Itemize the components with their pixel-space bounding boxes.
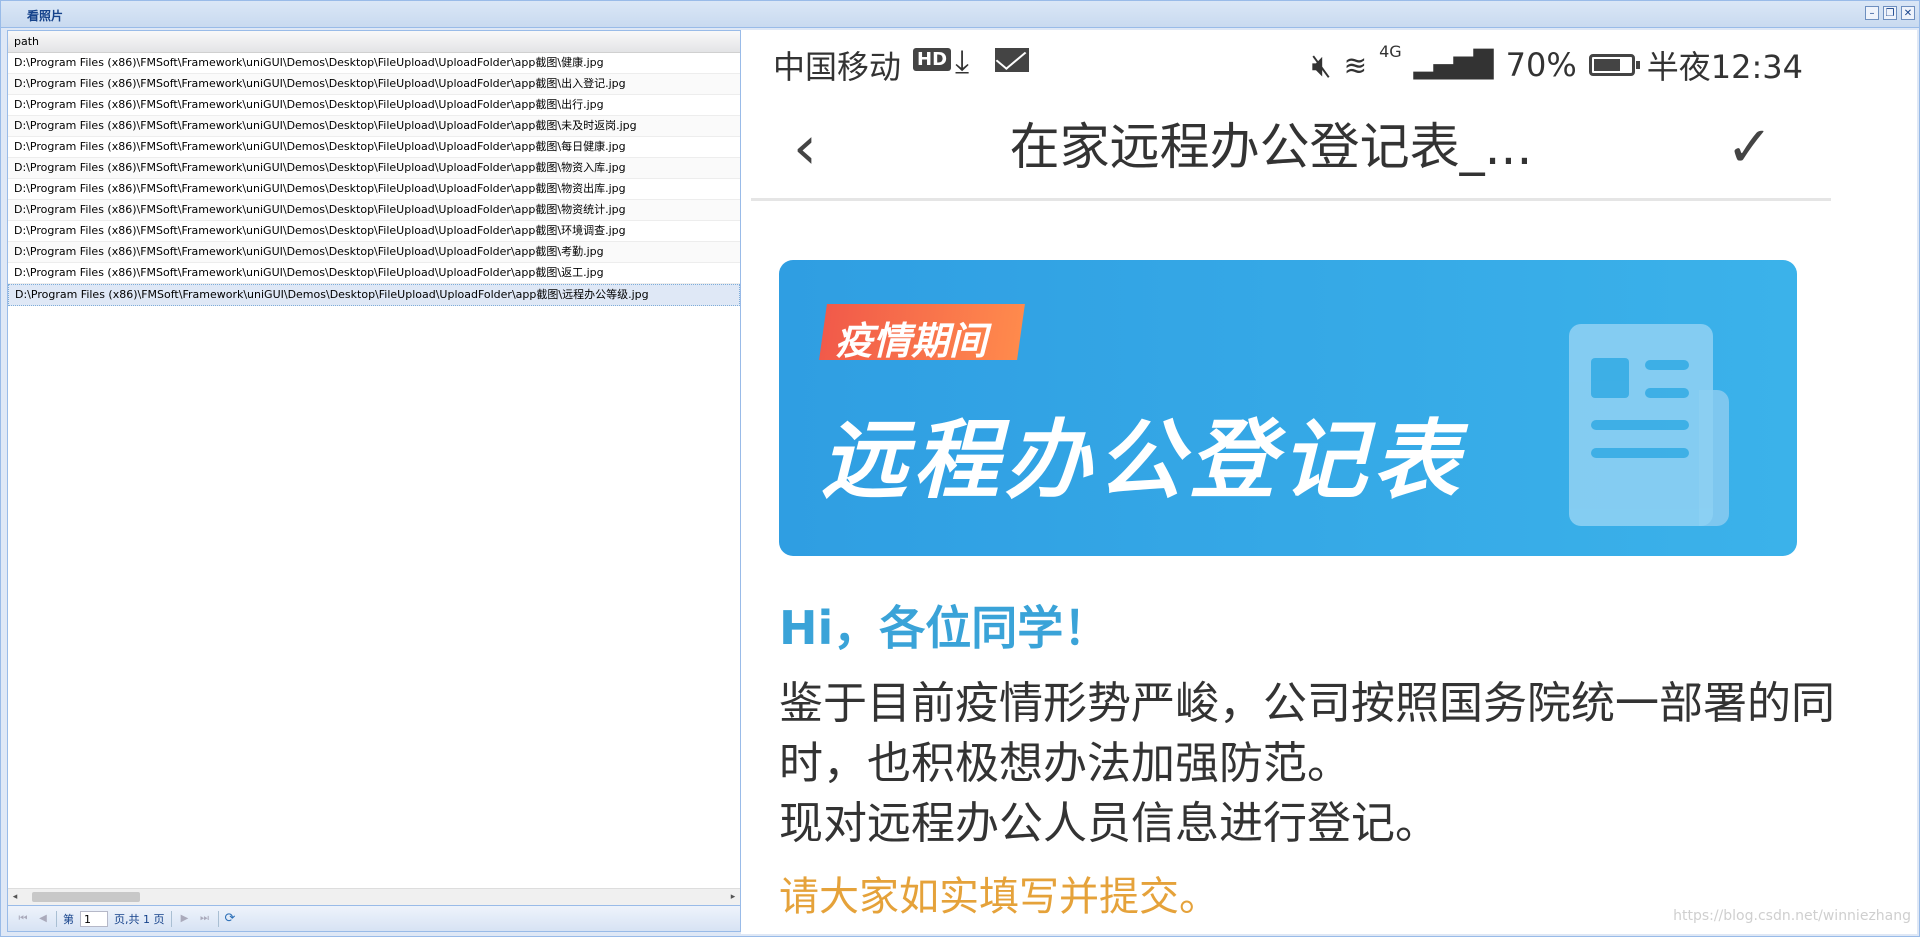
banner-image: 疫情期间 远程办公登记表 bbox=[779, 260, 1797, 556]
intro-line-1: 鉴于目前疫情形势严峻，公司按照国务院统一部署的同时，也积极想办法加强防范。 bbox=[779, 678, 1835, 789]
table-row[interactable]: D:\Program Files (x86)\FMSoft\Framework\… bbox=[8, 95, 740, 116]
nav-title: 在家远程办公登记表_... bbox=[1009, 118, 1533, 176]
intro-text: 鉴于目前疫情形势严峻，公司按照国务院统一部署的同时，也积极想办法加强防范。 现对… bbox=[779, 674, 1839, 854]
banner-title: 远程办公登记表 bbox=[821, 411, 1465, 511]
grid-body: D:\Program Files (x86)\FMSoft\Framework\… bbox=[8, 53, 740, 306]
table-row[interactable]: D:\Program Files (x86)\FMSoft\Framework\… bbox=[8, 53, 740, 74]
scroll-right-icon[interactable]: ▸ bbox=[728, 891, 738, 903]
prev-page-icon[interactable]: ◀ bbox=[36, 912, 50, 926]
submit-notice: 请大家如实填写并提交。 bbox=[779, 874, 1219, 920]
column-header-path[interactable]: path bbox=[8, 31, 740, 53]
table-row[interactable]: D:\Program Files (x86)\FMSoft\Framework\… bbox=[8, 137, 740, 158]
window-controls: – ❐ ✕ bbox=[1865, 6, 1915, 20]
last-page-icon[interactable]: ⏭ bbox=[198, 912, 212, 926]
scroll-left-icon[interactable]: ◂ bbox=[10, 891, 20, 903]
watermark: https://blog.csdn.net/winniezhang bbox=[1673, 908, 1911, 924]
separator bbox=[56, 910, 57, 927]
check-icon: ✓ bbox=[1726, 115, 1773, 180]
page-count: 页,共 1 页 bbox=[114, 912, 165, 926]
table-row[interactable]: D:\Program Files (x86)\FMSoft\Framework\… bbox=[8, 158, 740, 179]
window-titlebar: 看照片 – ❐ ✕ bbox=[1, 1, 1919, 28]
app-navbar: ‹ 在家远程办公登记表_... ✓ bbox=[751, 94, 1831, 201]
table-row[interactable]: D:\Program Files (x86)\FMSoft\Framework\… bbox=[8, 284, 740, 306]
banner-tag: 疫情期间 bbox=[835, 319, 988, 363]
status-right: 🔇︎ ≋ 4G ▂▄▆█ 70% 半夜12:34 bbox=[1311, 42, 1803, 88]
first-page-icon[interactable]: ⏮ bbox=[16, 912, 30, 926]
lte-label: 4G bbox=[1379, 42, 1402, 61]
battery-icon bbox=[1588, 54, 1640, 76]
intro-line-2: 现对远程办公人员信息进行登记。 bbox=[779, 798, 1439, 849]
table-row[interactable]: D:\Program Files (x86)\FMSoft\Framework\… bbox=[8, 179, 740, 200]
table-row[interactable]: D:\Program Files (x86)\FMSoft\Framework\… bbox=[8, 242, 740, 263]
table-row[interactable]: D:\Program Files (x86)\FMSoft\Framework\… bbox=[8, 263, 740, 284]
separator bbox=[217, 910, 219, 927]
main-window: 看照片 – ❐ ✕ path D:\Program Files (x86)\FM… bbox=[0, 0, 1920, 937]
table-row[interactable]: D:\Program Files (x86)\FMSoft\Framework\… bbox=[8, 221, 740, 242]
clock: 半夜12:34 bbox=[1646, 48, 1803, 86]
mute-icon: 🔇︎ bbox=[1311, 45, 1332, 84]
horizontal-scrollbar[interactable]: ◂ ▸ bbox=[8, 888, 740, 905]
status-bar: 中国移动 HD ⤓ 🔇︎ ≋ 4G ▂▄▆█ 70% 半夜12:34 bbox=[773, 42, 1843, 86]
restore-icon[interactable]: ❐ bbox=[1883, 6, 1897, 20]
separator bbox=[170, 910, 172, 927]
close-icon[interactable]: ✕ bbox=[1901, 6, 1915, 20]
back-icon: ‹ bbox=[793, 113, 817, 183]
file-grid: path D:\Program Files (x86)\FMSoft\Frame… bbox=[7, 30, 741, 932]
table-row[interactable]: D:\Program Files (x86)\FMSoft\Framework\… bbox=[8, 116, 740, 137]
hd-icon: HD bbox=[913, 48, 952, 71]
window-title: 看照片 bbox=[27, 9, 64, 23]
greeting: Hi，各位同学！ bbox=[779, 601, 1110, 655]
wifi-icon: ≋ bbox=[1343, 48, 1368, 82]
next-page-icon[interactable]: ▶ bbox=[178, 912, 192, 926]
battery-percent: 70% bbox=[1505, 46, 1577, 84]
paging-toolbar: ⏮ ◀ 第 1 页,共 1 页 ▶ ⏭ ⟳ bbox=[8, 905, 740, 931]
table-row[interactable]: D:\Program Files (x86)\FMSoft\Framework\… bbox=[8, 74, 740, 95]
carrier-label: 中国移动 bbox=[773, 48, 902, 86]
photo-viewer: 中国移动 HD ⤓ 🔇︎ ≋ 4G ▂▄▆█ 70% 半夜12:34 ‹ 在家远… bbox=[741, 30, 1917, 934]
table-row[interactable]: D:\Program Files (x86)\FMSoft\Framework\… bbox=[8, 200, 740, 221]
download-icon: ⤓ bbox=[955, 42, 970, 80]
refresh-icon[interactable]: ⟳ bbox=[225, 911, 236, 926]
scroll-thumb[interactable] bbox=[32, 892, 140, 902]
page-number-input[interactable]: 1 bbox=[80, 910, 108, 927]
phone-screenshot: 中国移动 HD ⤓ 🔇︎ ≋ 4G ▂▄▆█ 70% 半夜12:34 ‹ 在家远… bbox=[743, 30, 1843, 934]
minimize-icon[interactable]: – bbox=[1865, 6, 1879, 20]
mail-icon bbox=[995, 48, 1029, 72]
signal-icon: ▂▄▆█ bbox=[1413, 50, 1494, 80]
document-icon bbox=[1569, 324, 1713, 526]
page-prefix: 第 bbox=[63, 912, 74, 926]
